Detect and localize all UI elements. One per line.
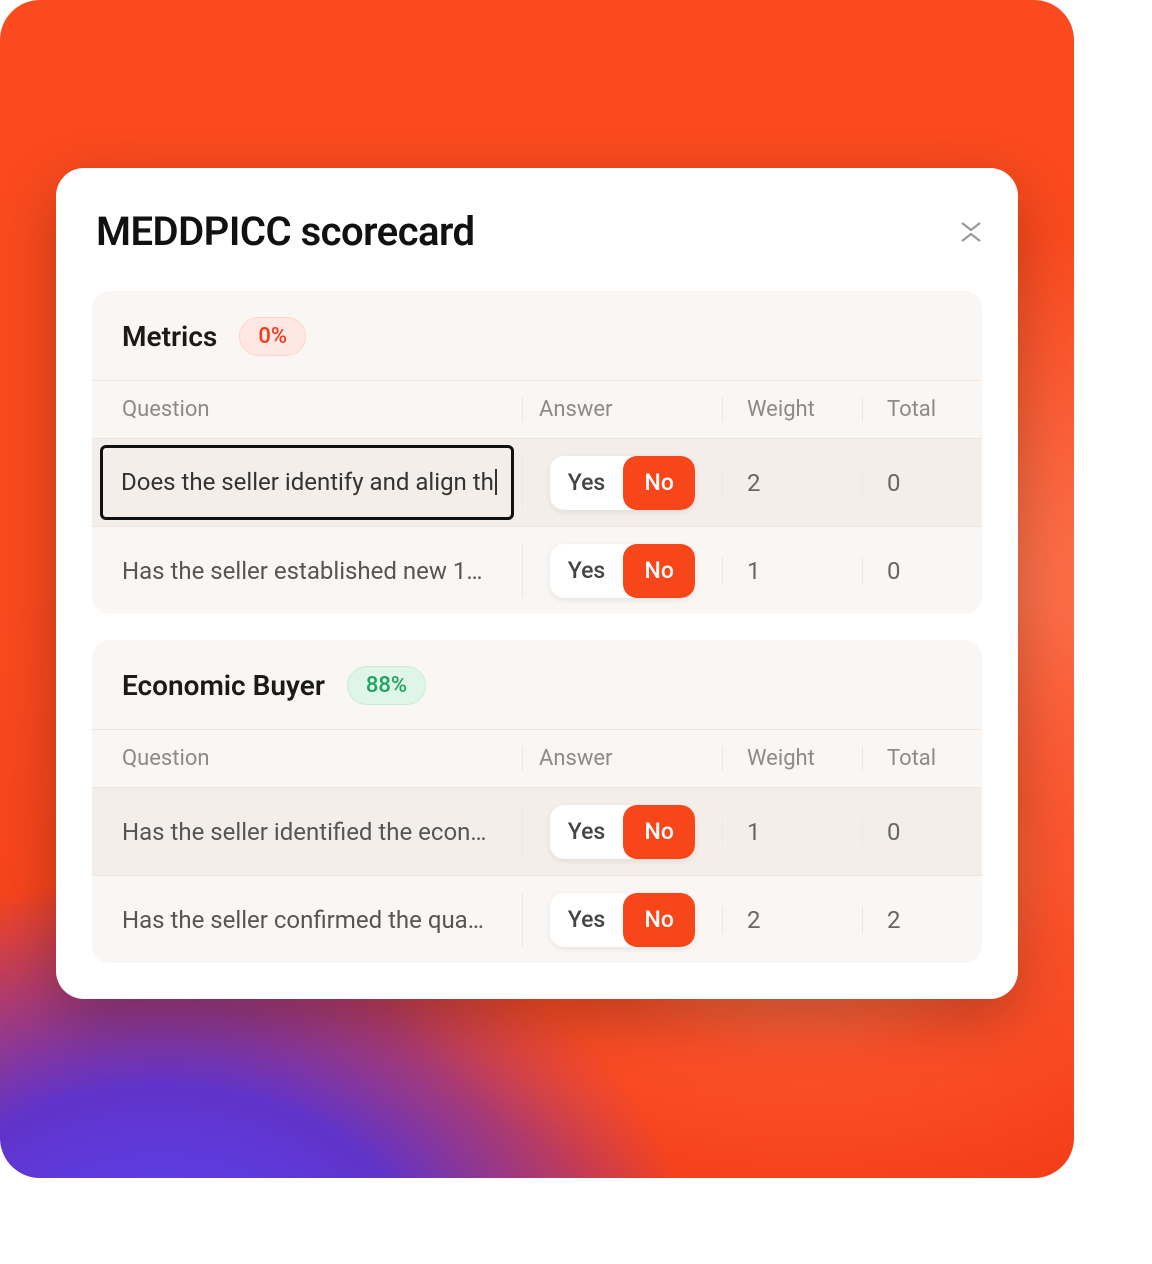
toggle-no[interactable]: No	[623, 893, 695, 947]
percent-badge: 88%	[347, 666, 426, 705]
section-economic-buyer: Economic Buyer 88% Question Answer Weigh…	[92, 640, 982, 963]
toggle-yes[interactable]: Yes	[550, 544, 623, 598]
question-input[interactable]: Does the seller identify and align th	[100, 445, 514, 520]
section-header: Economic Buyer 88%	[92, 640, 982, 729]
weight-value: 1	[722, 557, 862, 585]
collapse-button[interactable]	[960, 221, 982, 243]
answer-cell: Yes No	[522, 893, 722, 947]
section-metrics: Metrics 0% Question Answer Weight Total …	[92, 291, 982, 614]
answer-cell: Yes No	[522, 456, 722, 510]
chevron-down-icon	[960, 221, 982, 232]
toggle-yes[interactable]: Yes	[550, 456, 623, 510]
table-header-row: Question Answer Weight Total	[92, 380, 982, 438]
table-row: Does the seller identify and align th Ye…	[92, 438, 982, 526]
total-value: 0	[862, 469, 982, 497]
question-text: Has the seller confirmed the quantif…	[122, 906, 492, 934]
total-value: 0	[862, 557, 982, 585]
total-value: 2	[862, 906, 982, 934]
question-text: Has the seller identified the econo…	[122, 818, 492, 846]
yes-no-toggle[interactable]: Yes No	[550, 805, 695, 859]
weight-value: 2	[722, 906, 862, 934]
question-cell[interactable]: Has the seller identified the econo…	[92, 818, 522, 846]
question-cell[interactable]: Has the seller established new 1st p…	[92, 557, 522, 585]
col-header-weight: Weight	[722, 746, 862, 771]
yes-no-toggle[interactable]: Yes No	[550, 893, 695, 947]
col-header-answer: Answer	[522, 746, 722, 771]
col-header-total: Total	[862, 397, 982, 422]
yes-no-toggle[interactable]: Yes No	[550, 544, 695, 598]
text-cursor	[495, 469, 497, 495]
table-row: Has the seller confirmed the quantif… Ye…	[92, 875, 982, 963]
weight-value: 2	[722, 469, 862, 497]
question-text: Has the seller established new 1st p…	[122, 557, 492, 585]
col-header-answer: Answer	[522, 397, 722, 422]
weight-value: 1	[722, 818, 862, 846]
question-cell[interactable]: Does the seller identify and align th	[92, 439, 522, 526]
answer-cell: Yes No	[522, 544, 722, 598]
col-header-total: Total	[862, 746, 982, 771]
card-header: MEDDPICC scorecard	[92, 208, 982, 255]
section-title: Economic Buyer	[122, 669, 325, 702]
section-header: Metrics 0%	[92, 291, 982, 380]
table-row: Has the seller established new 1st p… Ye…	[92, 526, 982, 614]
question-text: Does the seller identify and align th	[121, 468, 494, 496]
yes-no-toggle[interactable]: Yes No	[550, 456, 695, 510]
toggle-yes[interactable]: Yes	[550, 893, 623, 947]
table-row: Has the seller identified the econo… Yes…	[92, 787, 982, 875]
col-header-question: Question	[92, 397, 522, 422]
toggle-yes[interactable]: Yes	[550, 805, 623, 859]
section-title: Metrics	[122, 320, 217, 353]
table-header-row: Question Answer Weight Total	[92, 729, 982, 787]
question-cell[interactable]: Has the seller confirmed the quantif…	[92, 906, 522, 934]
scorecard-card: MEDDPICC scorecard Metrics 0% Question A…	[56, 168, 1018, 999]
col-header-question: Question	[92, 746, 522, 771]
col-header-weight: Weight	[722, 397, 862, 422]
total-value: 0	[862, 818, 982, 846]
toggle-no[interactable]: No	[623, 456, 695, 510]
toggle-no[interactable]: No	[623, 544, 695, 598]
toggle-no[interactable]: No	[623, 805, 695, 859]
gradient-backdrop: MEDDPICC scorecard Metrics 0% Question A…	[0, 0, 1074, 1178]
chevron-up-icon	[960, 232, 982, 243]
percent-badge: 0%	[239, 317, 306, 356]
card-title: MEDDPICC scorecard	[96, 208, 475, 255]
answer-cell: Yes No	[522, 805, 722, 859]
